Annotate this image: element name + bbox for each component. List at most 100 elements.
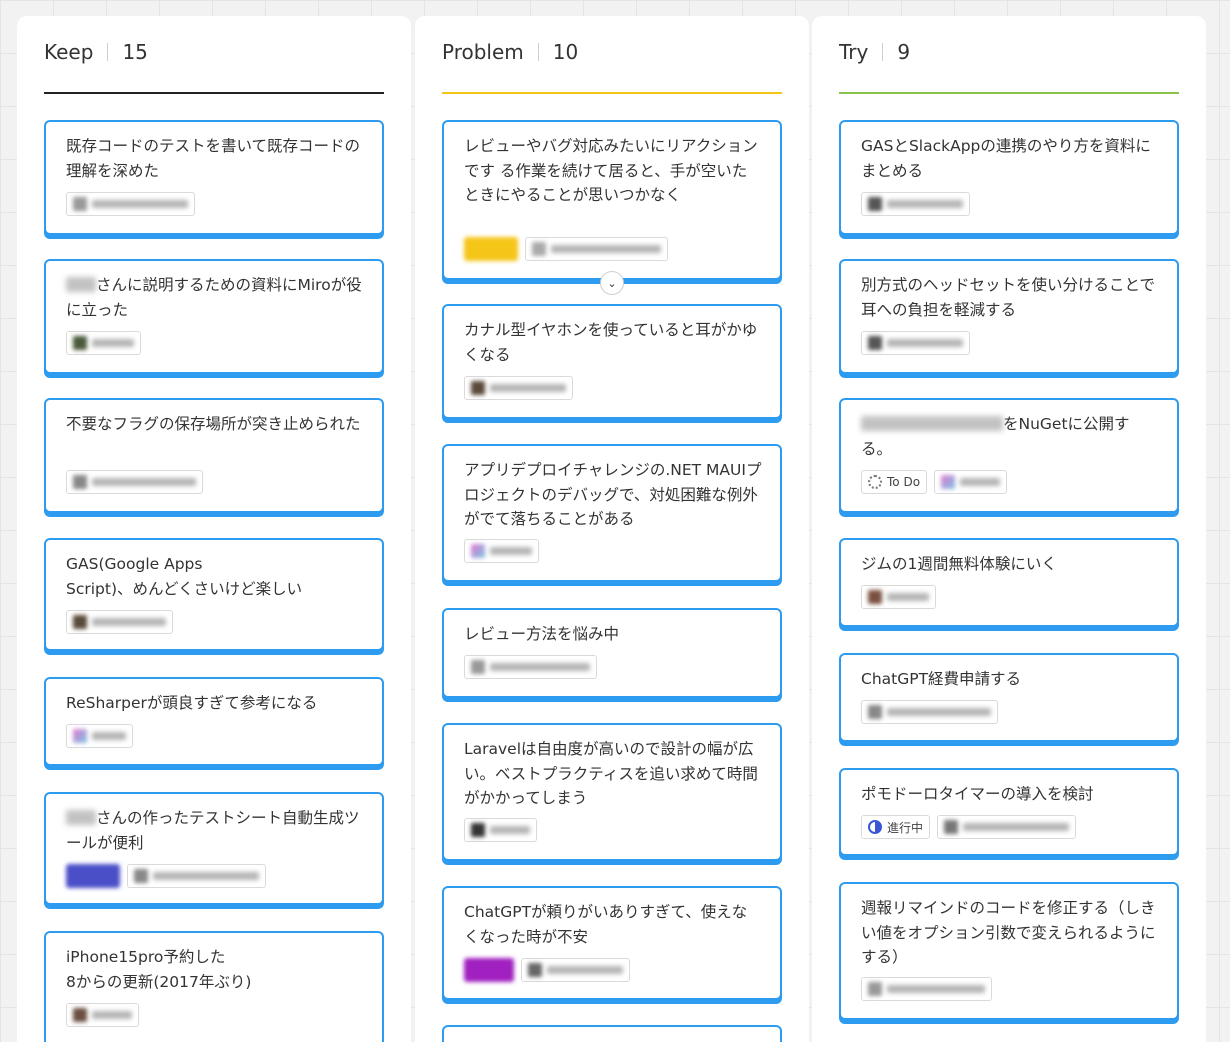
- card-tags: To Do: [861, 470, 1008, 494]
- card-tags: [66, 724, 133, 748]
- author-tag[interactable]: [66, 470, 203, 494]
- card-text-content: さんの作ったテストシート自動生成ツールが便利: [66, 809, 360, 852]
- author-tag[interactable]: [66, 331, 141, 355]
- sticky-card[interactable]: をNuGetに公開する。 To Do: [839, 398, 1179, 513]
- author-tag[interactable]: [521, 958, 630, 982]
- redacted-name: [66, 277, 96, 292]
- author-tag[interactable]: [861, 977, 992, 1001]
- column-try: Try 9 GASとSlackAppの連携のやり方を資料にまとめる 別方式のヘッ…: [812, 16, 1206, 1042]
- avatar-icon: [941, 475, 956, 489]
- card-text: ポモドーロタイマーの導入を検討: [861, 785, 1094, 803]
- sticky-card[interactable]: GAS(Google Apps Script)、めんどくさいけど楽しい: [44, 538, 384, 651]
- avatar-icon: [868, 197, 882, 211]
- redacted-name: [490, 547, 532, 555]
- author-tag[interactable]: [464, 655, 597, 679]
- redacted-name: [66, 810, 96, 825]
- sticky-card[interactable]: ジムの1週間無料体験にいく: [839, 538, 1179, 627]
- author-tag[interactable]: [66, 724, 133, 748]
- category-tag[interactable]: [464, 958, 514, 982]
- author-tag[interactable]: [861, 700, 998, 724]
- redacted-name: [861, 416, 1003, 431]
- column-accent-line: [839, 92, 1179, 94]
- card-text: さんの作ったテストシート自動生成ツールが便利: [66, 806, 364, 855]
- avatar-icon: [471, 823, 485, 837]
- sticky-card[interactable]: iPhone15pro予約した 8からの更新(2017年ぶり): [44, 931, 384, 1042]
- avatar-icon: [73, 197, 87, 211]
- author-tag[interactable]: [934, 470, 1008, 494]
- redacted-name: [92, 732, 126, 740]
- status-badge[interactable]: 進行中: [861, 815, 931, 839]
- card-text: アプリデプロイチャレンジの.NET MAUIプロジェクトのデバッグで、対処困難な…: [464, 461, 762, 528]
- sticky-card[interactable]: レビューやバグ対応みたいにリアクションです る作業を続けて居ると、手が空いたとき…: [442, 120, 782, 280]
- sticky-card[interactable]: さんの作ったテストシート自動生成ツールが便利: [44, 792, 384, 905]
- author-tag[interactable]: [861, 331, 970, 355]
- card-tags: [66, 192, 195, 216]
- card-tags: [464, 376, 573, 400]
- redacted-name: [92, 1011, 132, 1019]
- card-text: ChatGPT経費申請する: [861, 670, 1022, 688]
- sticky-card[interactable]: ReSharperが頭良すぎて参考になる: [44, 677, 384, 766]
- card-text-content: さんに説明するための資料にMiroが役に立った: [66, 276, 362, 319]
- author-tag[interactable]: [525, 237, 668, 261]
- author-tag[interactable]: [66, 610, 173, 634]
- author-tag[interactable]: [66, 192, 195, 216]
- sticky-card[interactable]: レビュー方法を悩み中: [442, 608, 782, 698]
- card-text: カナル型イヤホンを使っていると耳がかゆくなる: [464, 321, 758, 364]
- card-text: ジムの1週間無料体験にいく: [861, 555, 1057, 573]
- sticky-card[interactable]: ポモドーロタイマーの導入を検討 進行中: [839, 768, 1179, 856]
- redacted-name: [551, 245, 661, 253]
- card-tags: [66, 331, 141, 355]
- sticky-card[interactable]: GASとSlackAppの連携のやり方を資料にまとめる: [839, 120, 1179, 235]
- redacted-name: [887, 200, 963, 208]
- avatar-icon: [73, 1008, 87, 1022]
- column-count: 9: [897, 40, 911, 64]
- avatar-icon: [868, 590, 882, 604]
- status-badge[interactable]: To Do: [861, 470, 928, 494]
- avatar-icon: [532, 242, 546, 256]
- author-tag[interactable]: [464, 818, 537, 842]
- column-header: Keep 15: [44, 40, 148, 64]
- column-count: 15: [122, 40, 148, 64]
- sticky-card[interactable]: 週報リマインドのコードを修正する（しきい値をオプション引数で変えられるようにする…: [839, 882, 1179, 1020]
- redacted-name: [887, 593, 929, 601]
- redacted-name: [92, 478, 196, 486]
- author-tag[interactable]: [66, 1003, 139, 1027]
- sticky-card[interactable]: 不要なフラグの保存場所が突き止められた: [44, 398, 384, 513]
- redacted-name: [960, 478, 1001, 486]
- card-text: 別方式のヘッドセットを使い分けることで耳への負担を軽減する: [861, 276, 1156, 319]
- column-title: Keep: [44, 40, 94, 64]
- sticky-card[interactable]: さんに説明するための資料にMiroが役に立った: [44, 259, 384, 374]
- sticky-card[interactable]: カナル型イヤホンを使っていると耳がかゆくなる: [442, 304, 782, 419]
- card-text: iPhone15pro予約した 8からの更新(2017年ぶり): [66, 948, 252, 991]
- author-tag[interactable]: [937, 815, 1077, 839]
- column-title: Try: [839, 40, 869, 64]
- category-tag[interactable]: [464, 237, 518, 261]
- author-tag[interactable]: [127, 864, 266, 888]
- column-keep: Keep 15 既存コードのテストを書いて既存コードの理解を深めた さんに説明す…: [17, 16, 411, 1042]
- sticky-card[interactable]: [442, 1025, 782, 1042]
- author-tag[interactable]: [464, 539, 539, 563]
- author-tag[interactable]: [861, 585, 936, 609]
- sticky-card[interactable]: アプリデプロイチャレンジの.NET MAUIプロジェクトのデバッグで、対処困難な…: [442, 444, 782, 582]
- avatar-icon: [73, 336, 87, 350]
- card-text: 週報リマインドのコードを修正する（しきい値をオプション引数で変えられるようにする…: [861, 899, 1156, 966]
- card-text: レビューやバグ対応みたいにリアクションです る作業を続けて居ると、手が空いたとき…: [464, 137, 758, 204]
- sticky-card[interactable]: Laravelは自由度が高いので設計の幅が広い。ベストプラクティスを追い求めて時…: [442, 723, 782, 861]
- column-accent-line: [442, 92, 782, 94]
- category-tag[interactable]: [66, 864, 120, 888]
- author-tag[interactable]: [861, 192, 970, 216]
- avatar-icon: [471, 381, 485, 395]
- sticky-card[interactable]: 既存コードのテストを書いて既存コードの理解を深めた: [44, 120, 384, 235]
- author-tag[interactable]: [464, 376, 573, 400]
- sticky-card[interactable]: ChatGPT経費申請する: [839, 653, 1179, 742]
- sticky-card[interactable]: 別方式のヘッドセットを使い分けることで耳への負担を軽減する: [839, 259, 1179, 374]
- header-divider: [537, 43, 539, 61]
- status-label: To Do: [887, 475, 921, 489]
- sticky-card[interactable]: ChatGPTが頼りがいありすぎて、使えなくなった時が不安: [442, 886, 782, 1000]
- redacted-name: [490, 663, 590, 671]
- card-tags: [464, 237, 668, 261]
- column-count: 10: [552, 40, 579, 64]
- expand-button[interactable]: ⌄: [600, 271, 624, 295]
- chevron-down-icon: ⌄: [607, 276, 617, 290]
- avatar-icon: [134, 869, 148, 883]
